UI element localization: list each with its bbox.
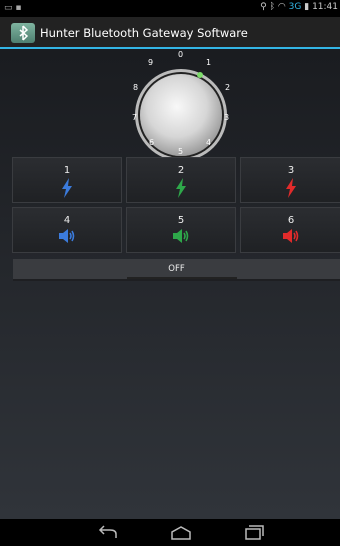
speaker-icon [283, 229, 299, 243]
zone-number: 5 [177, 215, 185, 226]
app-bluetooth-icon[interactable] [11, 23, 35, 43]
dial-number-2: 2 [225, 83, 231, 92]
dial-number-5: 5 [178, 147, 184, 156]
wifi-icon: ◠ [277, 2, 286, 12]
zone-number: 2 [177, 165, 185, 176]
location-icon: ⚲ [260, 2, 267, 12]
off-button-label: OFF [168, 264, 185, 274]
zone-button-4[interactable]: 4 [12, 207, 122, 253]
notification-icons: ▭ ▪ [4, 3, 22, 13]
speaker-icon [173, 229, 189, 243]
zone-button-1[interactable]: 1 [12, 157, 122, 203]
status-icons: ⚲ ᛒ ◠ 3G ▮ 11:41 [260, 2, 338, 12]
dial-number-6: 6 [149, 138, 155, 147]
zone-button-2[interactable]: 2 [126, 157, 236, 203]
back-icon[interactable] [96, 525, 120, 541]
zone-button-6[interactable]: 6 [240, 207, 340, 253]
zone-button-5[interactable]: 5 [126, 207, 236, 253]
speaker-icon [59, 229, 75, 243]
off-button-underline [127, 277, 237, 279]
network-type: 3G [288, 2, 302, 12]
bolt-icon [176, 178, 186, 198]
off-button[interactable]: OFF [13, 259, 340, 281]
zone-number: 4 [63, 215, 71, 226]
bluetooth-status-icon: ᛒ [269, 2, 276, 12]
bolt-icon [286, 178, 296, 198]
dial-number-3: 3 [224, 113, 230, 122]
zone-number: 3 [287, 165, 295, 176]
status-bar: ▭ ▪ ⚲ ᛒ ◠ 3G ▮ 11:41 [0, 0, 340, 17]
dial-number-4: 4 [206, 138, 212, 147]
home-icon[interactable] [170, 525, 192, 541]
dial-number-1: 1 [206, 58, 212, 67]
dial-number-8: 8 [133, 83, 139, 92]
zone-button-3[interactable]: 3 [240, 157, 340, 203]
clock: 11:41 [312, 2, 338, 12]
dial-number-9: 9 [148, 58, 154, 67]
navigation-bar [0, 519, 340, 546]
zone-number: 6 [287, 215, 295, 226]
app-title: Hunter Bluetooth Gateway Software [40, 26, 248, 40]
zone-number: 1 [63, 165, 71, 176]
battery-icon: ▮ [304, 2, 310, 12]
bolt-icon [62, 178, 72, 198]
recent-apps-icon[interactable] [244, 525, 264, 541]
dial-indicator [197, 72, 203, 78]
dial-number-0: 0 [178, 50, 184, 59]
dial-number-7: 7 [132, 113, 138, 122]
